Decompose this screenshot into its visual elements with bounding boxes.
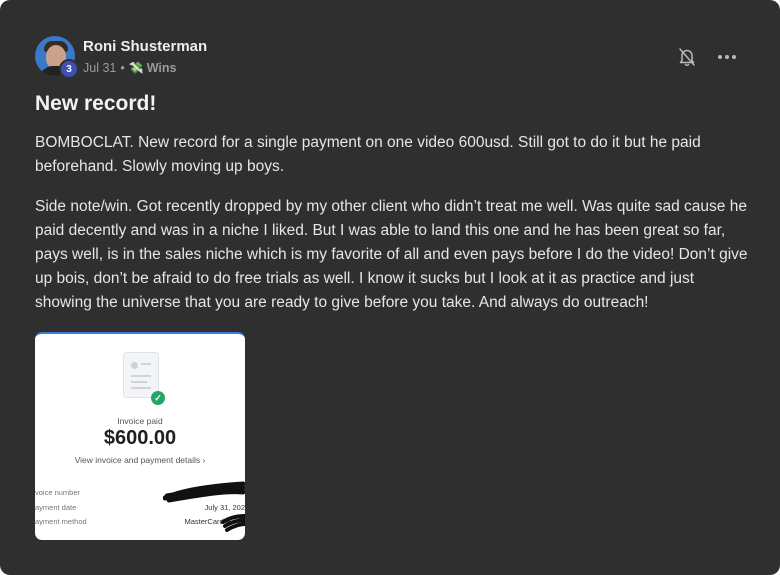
level-badge: 3	[59, 59, 79, 79]
invoice-details-link: View invoice and payment details ›	[74, 455, 206, 465]
redaction-scribble	[163, 481, 245, 532]
meta-separator: •	[120, 61, 125, 75]
payment-date-label: ayment date	[35, 503, 77, 512]
invoice-amount: $600.00	[103, 427, 177, 449]
post-paragraph-1: BOMBOCLAT. New record for a single payme…	[35, 134, 701, 175]
post-meta: Jul 31 • 💸 Wins	[83, 61, 176, 75]
bell-off-icon[interactable]	[678, 47, 696, 67]
post-category[interactable]: Wins	[147, 61, 177, 75]
post-title: New record!	[35, 92, 157, 115]
check-icon: ✓	[151, 391, 165, 405]
payment-method-label: ayment method	[35, 517, 87, 526]
money-wings-icon: 💸	[128, 61, 144, 75]
invoice-status: Invoice paid	[117, 416, 163, 426]
invoice-number-label: voice number	[35, 488, 81, 497]
post-card: 3 Roni Shusterman Jul 31 • 💸 Wins New re…	[0, 0, 780, 575]
post-date[interactable]: Jul 31	[83, 61, 116, 75]
invoice-image-attachment[interactable]: ✓ Invoice paid $600.00 View invoice and …	[35, 332, 245, 540]
post-paragraph-2: Side note/win. Got recently dropped by m…	[35, 198, 748, 311]
more-options-icon[interactable]	[716, 47, 738, 67]
author-name[interactable]: Roni Shusterman	[83, 38, 207, 55]
